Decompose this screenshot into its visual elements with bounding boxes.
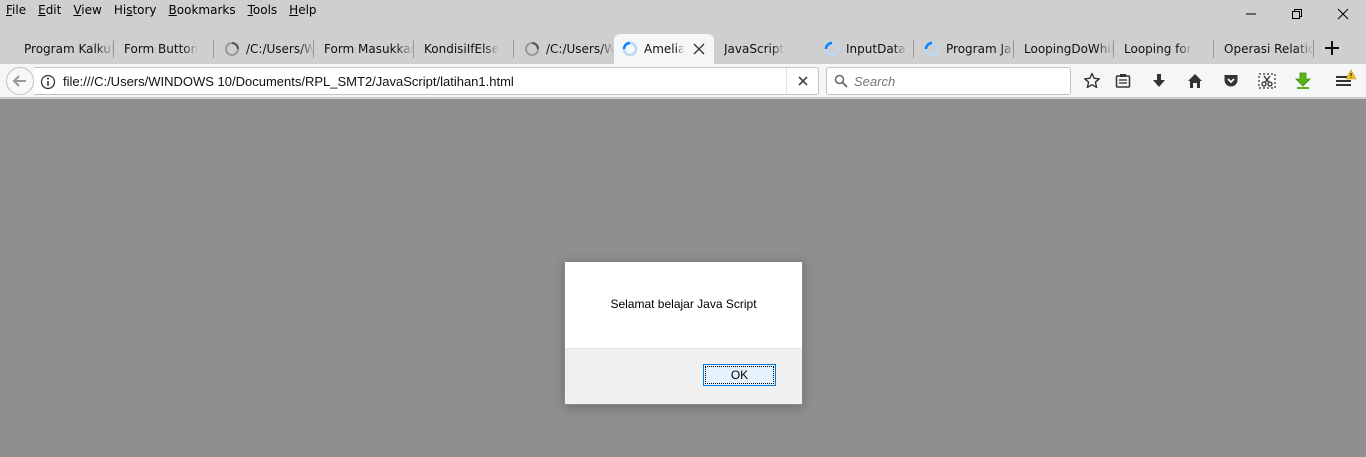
loading-throbber-icon xyxy=(525,42,539,56)
menu-bookmarks[interactable]: Bookmarks xyxy=(169,2,236,18)
tab-strip: Program Kalkulator Form Button /C:/Users… xyxy=(0,30,1366,64)
tab-javascript[interactable]: JavaScript xyxy=(714,34,814,64)
reading-list-icon xyxy=(1115,74,1131,88)
tab-label: Program Kalkulator xyxy=(24,42,114,56)
pocket-button[interactable] xyxy=(1219,69,1243,93)
ok-button[interactable]: OK xyxy=(703,364,776,386)
loading-spinner-icon xyxy=(622,41,638,57)
menu-bar: File Edit View History Bookmarks Tools H… xyxy=(0,0,1366,22)
menu-button[interactable] xyxy=(1333,69,1357,93)
alert-dialog: Selamat belajar Java Script OK xyxy=(564,261,803,405)
tab-label: Operasi Relational xyxy=(1224,42,1314,56)
tab-label: LoopingDoWhile xyxy=(1024,42,1114,56)
tab-program-kalkulator[interactable]: Program Kalkulator xyxy=(14,34,114,64)
tab-label: /C:/Users/WINDOWS xyxy=(546,42,614,56)
search-bar[interactable]: Search xyxy=(826,67,1071,95)
loading-spinner-icon xyxy=(924,41,940,57)
scissors-icon xyxy=(1258,73,1276,89)
hamburger-menu-icon xyxy=(1336,69,1357,86)
home-icon xyxy=(1188,74,1202,88)
tab-c-users-1[interactable]: /C:/Users/WINDOWS xyxy=(214,34,314,64)
search-placeholder: Search xyxy=(854,74,896,89)
tab-label: JavaScript xyxy=(724,42,785,56)
menu-history[interactable]: History xyxy=(114,2,157,18)
tab-looping-for[interactable]: Looping for xyxy=(1114,34,1214,64)
tab-input-data[interactable]: InputData xyxy=(814,34,914,64)
menu-items: File Edit View History Bookmarks Tools H… xyxy=(6,2,329,18)
plus-icon xyxy=(1325,41,1339,55)
tab-operasi-relational[interactable]: Operasi Relational xyxy=(1214,34,1314,64)
menu-view[interactable]: View xyxy=(73,2,101,18)
tab-amelia-active[interactable]: Amelia xyxy=(614,34,714,64)
alert-message: Selamat belajar Java Script xyxy=(610,297,757,311)
home-button[interactable] xyxy=(1183,69,1207,93)
screenshot-button[interactable] xyxy=(1255,69,1279,93)
tab-label: Program Java xyxy=(946,42,1014,56)
clear-url-button[interactable] xyxy=(786,68,818,94)
search-icon xyxy=(834,74,848,88)
reading-list-button[interactable] xyxy=(1111,69,1135,93)
back-button[interactable] xyxy=(6,67,34,95)
close-icon xyxy=(1337,8,1349,20)
bookmark-button[interactable] xyxy=(1080,69,1104,93)
restore-icon xyxy=(1292,9,1302,19)
new-tab-button[interactable] xyxy=(1320,36,1344,60)
tab-c-users-2[interactable]: /C:/Users/WINDOWS xyxy=(514,34,614,64)
downloads-button[interactable] xyxy=(1147,69,1171,93)
info-icon[interactable] xyxy=(40,74,56,90)
star-icon xyxy=(1084,72,1100,89)
menu-help[interactable]: Help xyxy=(289,2,316,18)
minimize-icon xyxy=(1246,13,1256,15)
tab-label: /C:/Users/WINDOWS xyxy=(246,42,314,56)
tab-program-java[interactable]: Program Java xyxy=(914,34,1014,64)
navigation-toolbar: file:///C:/Users/WINDOWS 10/Documents/RP… xyxy=(0,64,1366,98)
green-arrow-download-icon xyxy=(1295,72,1311,89)
clear-x-icon xyxy=(797,76,808,86)
tab-label: Form Button xyxy=(124,42,199,56)
addon-download-button[interactable] xyxy=(1291,69,1315,93)
tab-looping-do-while[interactable]: LoopingDoWhile xyxy=(1014,34,1114,64)
url-text[interactable]: file:///C:/Users/WINDOWS 10/Documents/RP… xyxy=(63,74,514,89)
menu-tools[interactable]: Tools xyxy=(248,2,278,18)
tab-kondisi-if-else[interactable]: KondisiIfElse xyxy=(414,34,514,64)
download-arrow-icon xyxy=(1153,74,1165,87)
close-tab-icon[interactable] xyxy=(692,42,706,56)
restore-button[interactable] xyxy=(1274,0,1320,28)
loading-spinner-icon xyxy=(824,41,840,57)
tab-label: Amelia xyxy=(644,42,684,56)
tab-label: InputData xyxy=(846,42,906,56)
menu-edit[interactable]: Edit xyxy=(38,2,61,18)
close-window-button[interactable] xyxy=(1320,0,1366,28)
tab-label: Form Masukkan xyxy=(324,42,414,56)
tab-form-button[interactable]: Form Button xyxy=(114,34,214,64)
tab-form-masukkan[interactable]: Form Masukkan xyxy=(314,34,414,64)
tab-separator xyxy=(1313,40,1314,58)
alert-footer: OK xyxy=(565,348,802,404)
back-arrow-icon xyxy=(12,75,26,87)
loading-throbber-icon xyxy=(225,42,239,56)
minimize-button[interactable] xyxy=(1228,0,1274,28)
window-controls xyxy=(1228,0,1366,28)
menu-file[interactable]: File xyxy=(6,2,26,18)
url-bar[interactable]: file:///C:/Users/WINDOWS 10/Documents/RP… xyxy=(34,67,819,95)
tab-label: Looping for xyxy=(1124,42,1192,56)
pocket-icon xyxy=(1224,75,1238,87)
tab-label: KondisiIfElse xyxy=(424,42,500,56)
